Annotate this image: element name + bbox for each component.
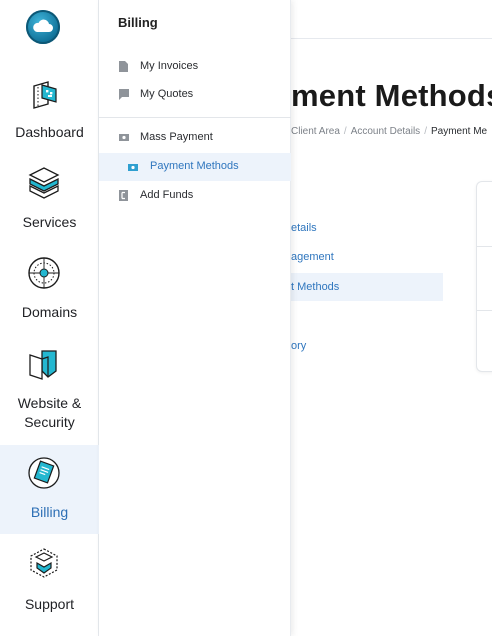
menu-item-mass-payment[interactable]: Mass Payment [99,126,291,150]
menu-item-label: My Invoices [140,60,199,72]
menu-item-payment-methods[interactable]: Payment Methods [99,153,291,181]
app-root: ment Methods Client Area / Account Details… [0,0,492,636]
breadcrumb-current: Payment Me [430,126,488,137]
page-title-text: ment Methods [291,78,492,113]
breadcrumb-client-area[interactable]: Client Area [291,126,340,137]
dashboard-icon [33,81,57,109]
payment-methods-card [476,181,492,372]
submenu-account-details[interactable]: etails [291,222,317,234]
cash-icon [128,164,138,171]
menu-item-label: Payment Methods [150,160,239,172]
page-title: ment Methods [291,78,492,114]
breadcrumb: Client Area / Account Details / Payment Me [291,126,487,137]
breadcrumb-separator: / [343,126,347,137]
cash-icon [119,134,129,141]
sidebar-item-domains[interactable]: Domains [0,250,99,330]
menu-item-add-funds[interactable]: Add Funds [99,184,291,208]
flyout-title: Billing [118,15,158,30]
sidebar-item-label-line2: Security [24,414,75,430]
website-security-icon [29,350,57,380]
breadcrumb-account-details[interactable]: Account Details [351,126,420,137]
sidebar-item-website-security[interactable]: Website & Security [0,340,99,440]
card-divider [477,246,492,247]
billing-icon [28,457,60,489]
sidebar-rail: Dashboard Services Domains Website & Sec… [0,0,99,636]
sidebar-item-billing[interactable]: Billing [0,445,99,534]
menu-item-my-invoices[interactable]: My Invoices [99,55,291,79]
sidebar-item-label: Website & [17,395,82,411]
submenu-history[interactable]: ory [291,340,306,352]
menu-item-label: Add Funds [140,189,194,201]
sidebar-item-label: Support [24,596,75,612]
menu-item-my-quotes[interactable]: My Quotes [99,83,291,107]
flag-icon [119,89,129,100]
submenu-payment-methods[interactable]: t Methods [291,273,443,301]
menu-item-label: Mass Payment [140,131,213,143]
sidebar-item-label: Dashboard [15,124,84,140]
cloud-logo-icon[interactable] [26,10,60,44]
card-divider [477,310,492,311]
menu-divider [99,117,291,118]
sidebar-item-label: Domains [21,304,78,320]
support-icon [30,548,58,578]
sidebar-item-support[interactable]: Support [0,540,99,630]
submenu-user-management[interactable]: agement [291,251,334,263]
sidebar-item-label: Billing [30,504,69,520]
domains-icon [28,257,60,289]
sidebar-item-services[interactable]: Services [0,160,99,240]
billing-flyout-menu: Billing My Invoices My Quotes Mass Payme… [99,0,291,636]
menu-item-label: My Quotes [140,88,194,100]
document-icon [119,61,128,72]
top-bar [291,0,492,39]
bracket-icon [119,190,128,201]
services-icon [28,167,60,199]
sidebar-item-label: Services [22,214,77,230]
breadcrumb-separator: / [424,126,427,137]
sidebar-item-dashboard[interactable]: Dashboard [0,70,99,150]
